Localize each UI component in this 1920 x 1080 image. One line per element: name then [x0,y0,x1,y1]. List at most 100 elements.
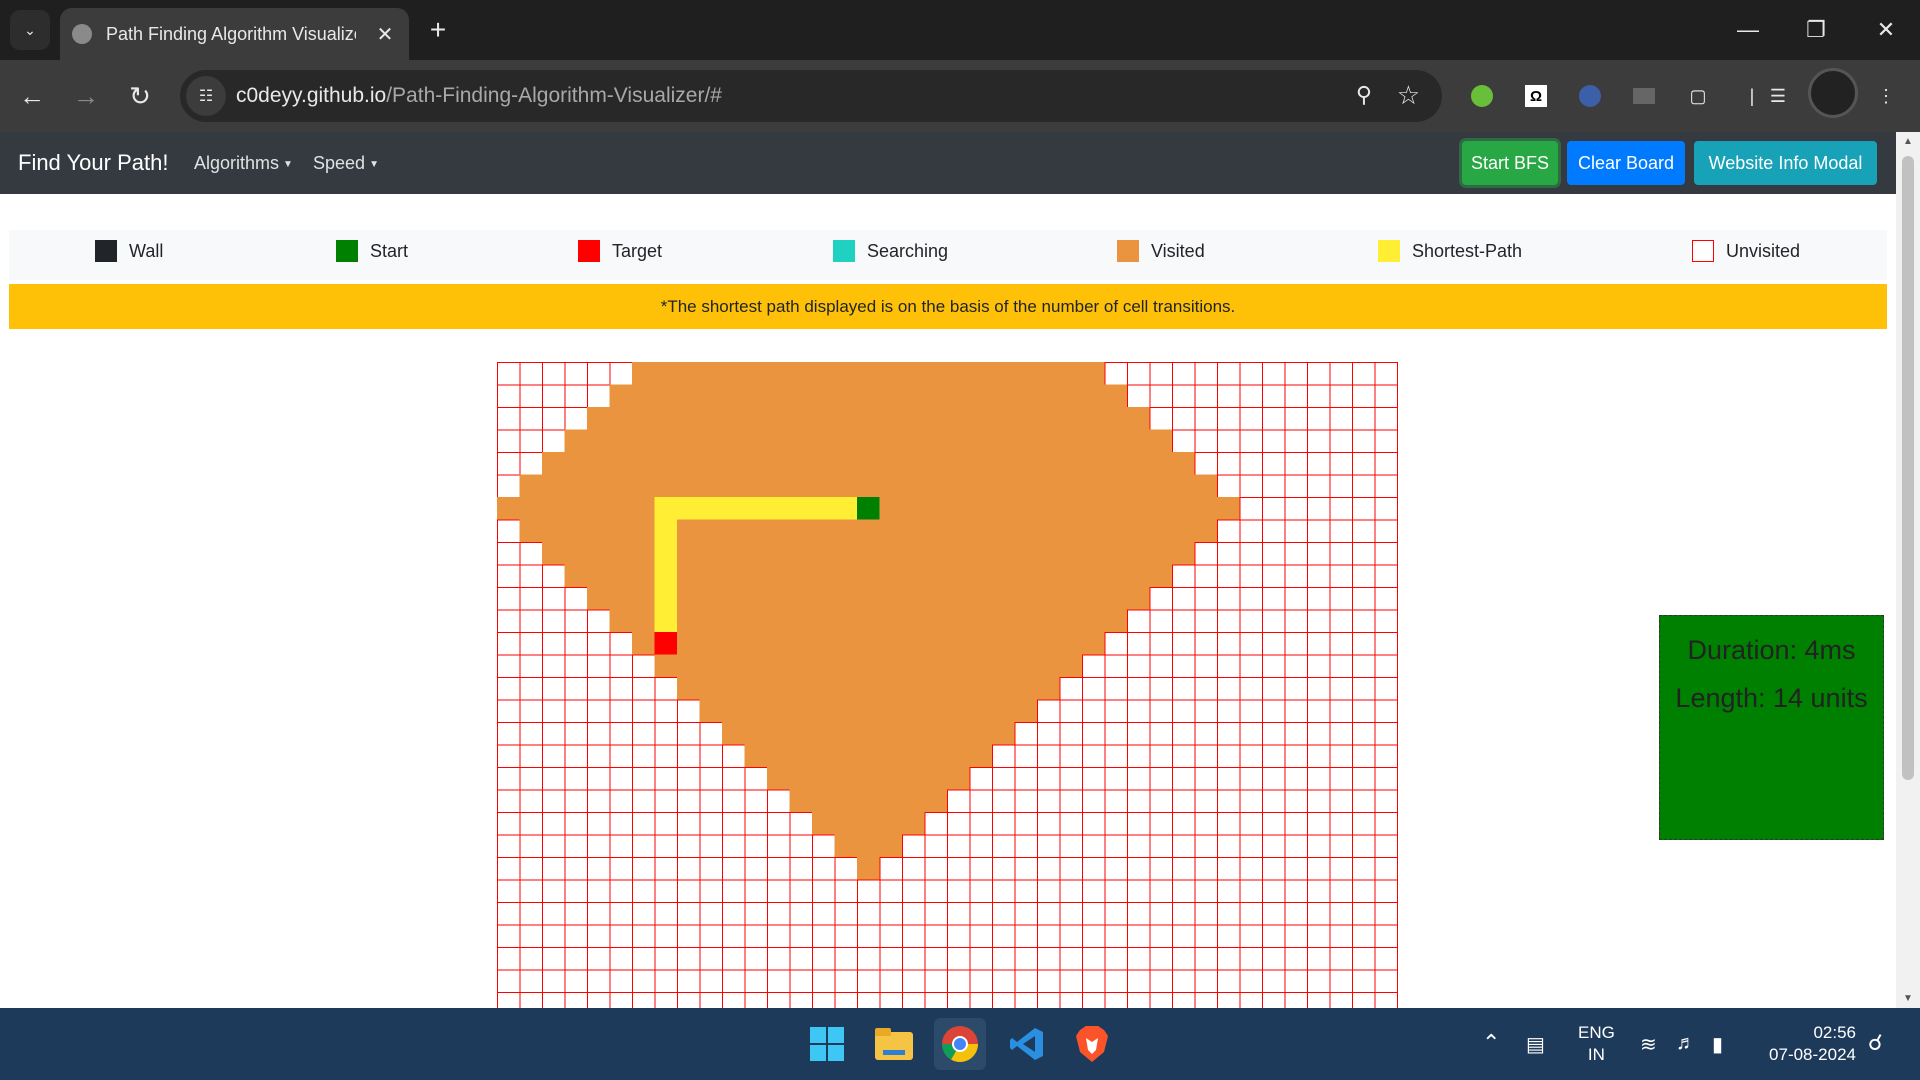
grid-cell-visited[interactable] [857,564,881,588]
grid-cell-unvisited[interactable] [654,902,678,926]
grid-cell-visited[interactable] [969,474,993,498]
grid-cell-unvisited[interactable] [632,789,656,813]
grid-cell-visited[interactable] [744,542,768,566]
grid-cell-visited[interactable] [1127,564,1151,588]
grid-cell-target[interactable] [654,632,678,656]
grid-cell-visited[interactable] [677,407,701,431]
grid-cell-visited[interactable] [924,429,948,453]
grid-cell-unvisited[interactable] [1172,924,1196,948]
grid-cell-unvisited[interactable] [924,992,948,1009]
grid-cell-unvisited[interactable] [1262,677,1286,701]
grid-cell-unvisited[interactable] [587,789,611,813]
grid-cell-unvisited[interactable] [947,947,971,971]
grid-cell-visited[interactable] [699,542,723,566]
grid-cell-unvisited[interactable] [1307,384,1331,408]
grid-cell-unvisited[interactable] [1352,789,1376,813]
grid-cell-unvisited[interactable] [1149,834,1173,858]
grid-cell-unvisited[interactable] [1172,587,1196,611]
grid-cell-unvisited[interactable] [677,969,701,993]
grid-cell-visited[interactable] [564,542,588,566]
grid-cell-unvisited[interactable] [497,362,521,386]
grid-cell-unvisited[interactable] [1127,947,1151,971]
grid-cell-unvisited[interactable] [902,834,926,858]
grid-cell-visited[interactable] [542,452,566,476]
grid-cell-unvisited[interactable] [564,362,588,386]
grid-cell-unvisited[interactable] [542,992,566,1009]
grid-cell-visited[interactable] [834,744,858,768]
grid-cell-unvisited[interactable] [1329,744,1353,768]
grid-cell-unvisited[interactable] [519,654,543,678]
grid-cell-visited[interactable] [1014,407,1038,431]
grid-cell-unvisited[interactable] [654,767,678,791]
grid-cell-unvisited[interactable] [992,857,1016,881]
grid-cell-visited[interactable] [744,677,768,701]
grid-cell-visited[interactable] [902,587,926,611]
grid-cell-unvisited[interactable] [1172,699,1196,723]
grid-cell-visited[interactable] [1104,474,1128,498]
grid-cell-unvisited[interactable] [654,744,678,768]
pathfinding-grid[interactable] [497,362,1398,1009]
grid-cell-visited[interactable] [1014,497,1038,521]
grid-cell-visited[interactable] [902,497,926,521]
grid-cell-visited[interactable] [924,677,948,701]
grid-cell-unvisited[interactable] [1329,609,1353,633]
extension-tabs-icon[interactable] [1630,82,1658,110]
grid-cell-unvisited[interactable] [1329,789,1353,813]
grid-cell-visited[interactable] [677,429,701,453]
grid-cell-visited[interactable] [609,497,633,521]
grid-cell-visited[interactable] [947,677,971,701]
grid-cell-unvisited[interactable] [542,362,566,386]
grid-cell-unvisited[interactable] [1127,857,1151,881]
grid-cell-unvisited[interactable] [1239,542,1263,566]
grid-cell-unvisited[interactable] [1059,834,1083,858]
grid-cell-visited[interactable] [857,812,881,836]
grid-cell-unvisited[interactable] [969,879,993,903]
grid-cell-visited[interactable] [767,474,791,498]
grid-cell-unvisited[interactable] [789,969,813,993]
grid-cell-visited[interactable] [902,564,926,588]
grid-cell-unvisited[interactable] [1374,564,1398,588]
grid-cell-unvisited[interactable] [497,677,521,701]
grid-cell-unvisited[interactable] [1149,812,1173,836]
grid-cell-unvisited[interactable] [789,992,813,1009]
grid-cell-unvisited[interactable] [564,857,588,881]
grid-cell-visited[interactable] [902,407,926,431]
grid-cell-unvisited[interactable] [1217,587,1241,611]
grid-cell-path[interactable] [767,497,791,521]
grid-cell-visited[interactable] [744,744,768,768]
grid-cell-unvisited[interactable] [1217,834,1241,858]
grid-cell-visited[interactable] [609,519,633,543]
grid-cell-unvisited[interactable] [1307,812,1331,836]
grid-cell-visited[interactable] [1194,519,1218,543]
grid-cell-unvisited[interactable] [497,407,521,431]
grid-cell-unvisited[interactable] [699,992,723,1009]
grid-cell-unvisited[interactable] [789,834,813,858]
grid-cell-visited[interactable] [879,429,903,453]
grid-cell-unvisited[interactable] [1262,924,1286,948]
grid-cell-unvisited[interactable] [947,879,971,903]
grid-cell-unvisited[interactable] [609,632,633,656]
grid-cell-visited[interactable] [812,474,836,498]
grid-cell-unvisited[interactable] [1217,969,1241,993]
grid-cell-visited[interactable] [857,384,881,408]
grid-cell-unvisited[interactable] [564,722,588,746]
grid-cell-unvisited[interactable] [1104,699,1128,723]
grid-cell-unvisited[interactable] [1284,362,1308,386]
grid-cell-unvisited[interactable] [879,879,903,903]
grid-cell-visited[interactable] [654,429,678,453]
grid-cell-unvisited[interactable] [654,699,678,723]
grid-cell-unvisited[interactable] [519,969,543,993]
grid-cell-unvisited[interactable] [564,632,588,656]
grid-cell-visited[interactable] [902,789,926,813]
grid-cell-unvisited[interactable] [1172,722,1196,746]
grid-cell-unvisited[interactable] [1217,632,1241,656]
grid-cell-unvisited[interactable] [1307,699,1331,723]
grid-cell-unvisited[interactable] [609,924,633,948]
grid-cell-visited[interactable] [632,587,656,611]
grid-cell-visited[interactable] [1059,519,1083,543]
grid-cell-visited[interactable] [1149,519,1173,543]
grid-cell-unvisited[interactable] [789,879,813,903]
grid-cell-unvisited[interactable] [1284,497,1308,521]
grid-cell-visited[interactable] [1082,542,1106,566]
grid-cell-unvisited[interactable] [519,632,543,656]
